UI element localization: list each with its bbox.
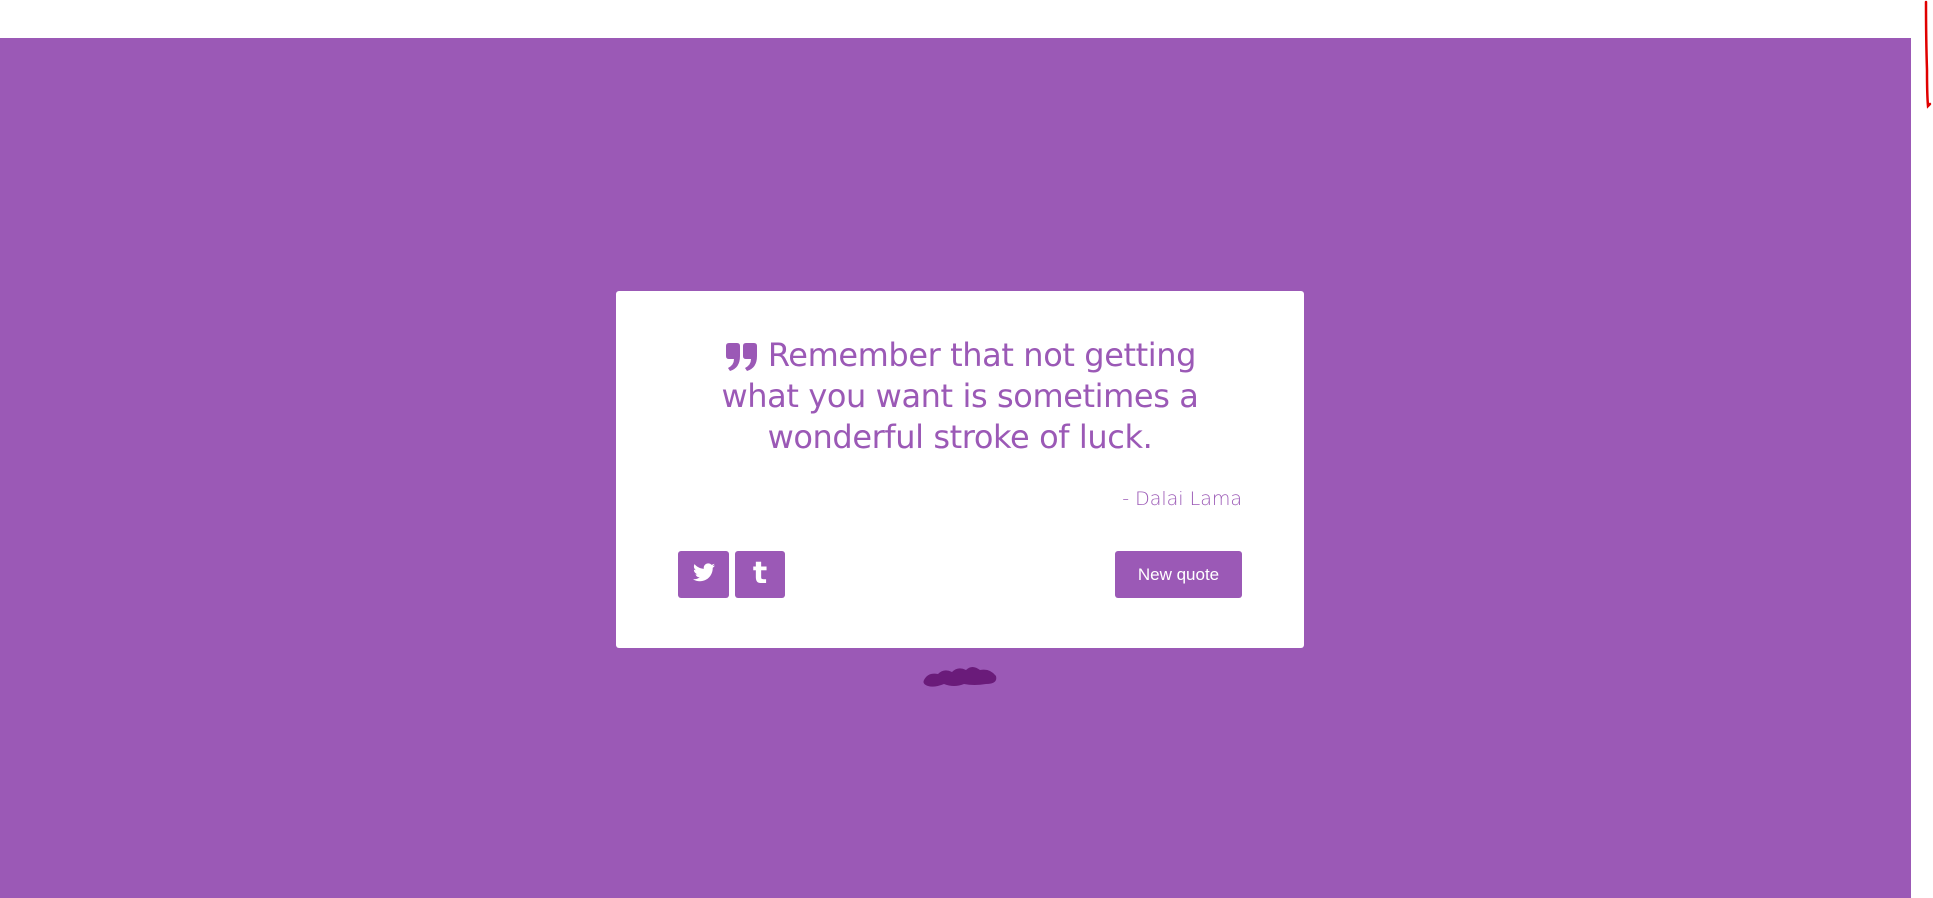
- twitter-icon: [692, 563, 715, 586]
- quote-left-icon: [724, 341, 758, 371]
- red-annotation-mark: [1924, 0, 1932, 109]
- tweet-button[interactable]: [678, 551, 729, 598]
- quote-card: Remember that not getting what you want …: [616, 291, 1304, 648]
- tumblr-button[interactable]: t: [735, 551, 785, 598]
- tumblr-icon: t: [752, 555, 768, 591]
- scribble-mark: [923, 667, 997, 687]
- page-background: Remember that not getting what you want …: [0, 38, 1911, 898]
- quote-text-block: Remember that not getting what you want …: [710, 335, 1210, 458]
- new-quote-button[interactable]: New quote: [1115, 551, 1242, 598]
- quote-author: - Dalai Lama: [1122, 488, 1242, 510]
- quote-text: Remember that not getting what you want …: [721, 336, 1199, 456]
